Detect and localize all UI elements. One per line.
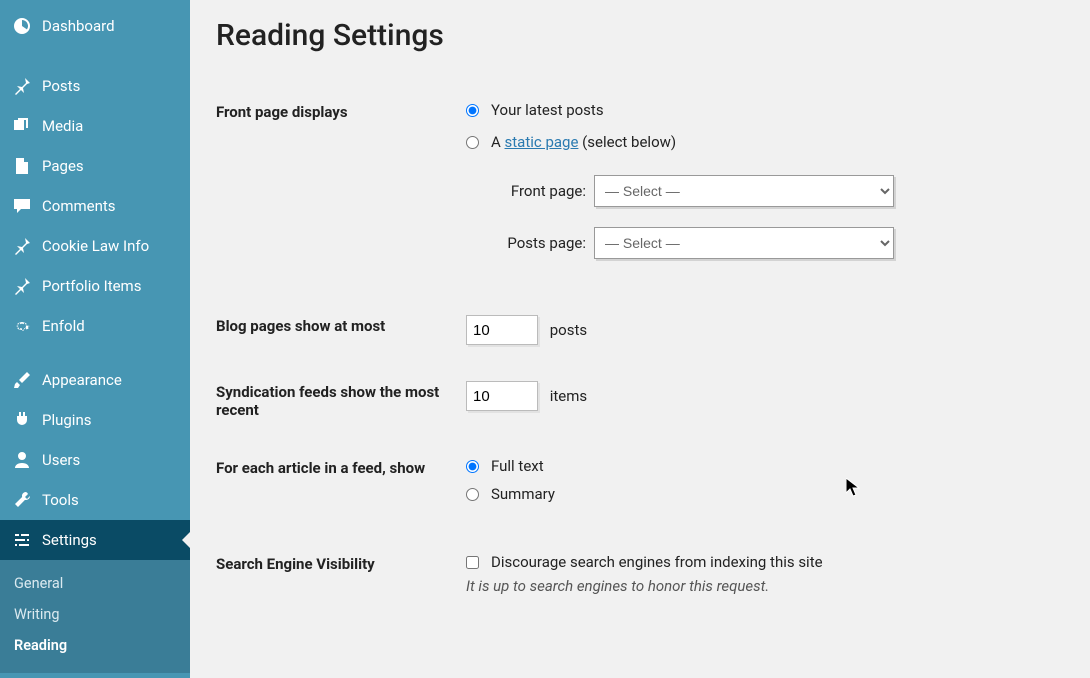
sidebar-item-dashboard[interactable]: Dashboard [0,0,190,52]
row-front-page: Front page displays Your latest posts A … [216,83,1064,297]
user-icon [12,450,32,470]
radio-full-text-label: Full text [491,457,544,475]
comments-icon [12,196,32,216]
sidebar-item-users[interactable]: Users [0,440,190,480]
checkbox-discourage-row: Discourage search engines from indexing … [466,553,1054,571]
radio-full-text-row: Full text [466,457,1054,475]
content-area: Reading Settings Front page displays You… [190,0,1090,678]
sidebar-item-label: Settings [42,531,97,549]
radio-full-text[interactable] [466,460,479,473]
sidebar-item-tools[interactable]: Tools [0,480,190,520]
radio-latest-posts-label: Your latest posts [491,101,604,119]
sidebar-item-label: Dashboard [42,17,115,35]
row-label-search-engine: Search Engine Visibility [216,535,466,613]
syndication-count-input[interactable] [466,381,538,411]
sidebar-item-appearance[interactable]: Appearance [0,360,190,400]
checkbox-discourage-label: Discourage search engines from indexing … [491,553,823,571]
radio-summary-label: Summary [491,485,555,503]
submenu-item-writing[interactable]: Writing [0,599,190,630]
sidebar-item-label: Tools [42,491,79,509]
dashboard-icon [12,16,32,36]
gear-icon [12,316,32,336]
row-blog-pages: Blog pages show at most posts [216,297,1064,363]
sidebar-item-label: Appearance [42,371,122,389]
front-page-select-label: Front page: [488,182,586,200]
radio-static-page-label: A static page (select below) [491,133,676,151]
page-title: Reading Settings [216,18,1064,53]
media-icon [12,116,32,136]
static-page-link[interactable]: static page [505,133,579,151]
row-label-front-page: Front page displays [216,83,466,297]
front-page-select-row: Front page: — Select — [488,175,1054,207]
submenu-item-general[interactable]: General [0,568,190,599]
search-engine-hint: It is up to search engines to honor this… [466,577,1054,595]
row-syndication: Syndication feeds show the most recent i… [216,363,1064,439]
sidebar-item-settings[interactable]: Settings [0,520,190,560]
radio-latest-posts-row: Your latest posts [466,101,1054,119]
sidebar-item-label: Portfolio Items [42,277,141,295]
sidebar-item-enfold[interactable]: Enfold [0,306,190,346]
admin-sidebar: Dashboard Posts Media Pages Comments Coo… [0,0,190,678]
posts-page-select-label: Posts page: [488,234,586,252]
plug-icon [12,410,32,430]
sidebar-item-media[interactable]: Media [0,106,190,146]
pin-icon [12,76,32,96]
radio-summary-row: Summary [466,485,1054,503]
posts-page-select-row: Posts page: — Select — [488,227,1054,259]
sidebar-item-label: Cookie Law Info [42,237,149,255]
pin-icon [12,236,32,256]
row-label-syndication: Syndication feeds show the most recent [216,363,466,439]
sidebar-item-plugins[interactable]: Plugins [0,400,190,440]
submenu-item-reading[interactable]: Reading [0,630,190,661]
row-article-feed: For each article in a feed, show Full te… [216,439,1064,535]
settings-submenu: General Writing Reading [0,560,190,673]
radio-summary[interactable] [466,488,479,501]
sidebar-item-label: Pages [42,157,84,175]
blog-pages-unit: posts [550,321,587,339]
radio-static-page[interactable] [466,136,479,149]
radio-latest-posts[interactable] [466,104,479,117]
sidebar-item-portfolio[interactable]: Portfolio Items [0,266,190,306]
row-label-article-feed: For each article in a feed, show [216,439,466,535]
sidebar-item-label: Plugins [42,411,91,429]
checkbox-discourage[interactable] [466,556,479,569]
sidebar-item-posts[interactable]: Posts [0,66,190,106]
sidebar-item-label: Comments [42,197,116,215]
settings-form-table: Front page displays Your latest posts A … [216,83,1064,613]
syndication-unit: items [550,387,587,405]
sidebar-item-pages[interactable]: Pages [0,146,190,186]
sliders-icon [12,530,32,550]
wrench-icon [12,490,32,510]
blog-pages-count-input[interactable] [466,315,538,345]
sidebar-item-label: Posts [42,77,80,95]
sidebar-item-label: Enfold [42,317,85,335]
sidebar-item-label: Media [42,117,83,135]
brush-icon [12,370,32,390]
sidebar-item-label: Users [42,451,80,469]
radio-static-page-row: A static page (select below) [466,133,1054,151]
sidebar-item-cookie-law-info[interactable]: Cookie Law Info [0,226,190,266]
front-page-select[interactable]: — Select — [594,175,894,207]
row-search-engine: Search Engine Visibility Discourage sear… [216,535,1064,613]
sidebar-item-comments[interactable]: Comments [0,186,190,226]
row-label-blog-pages: Blog pages show at most [216,297,466,363]
pin-icon [12,276,32,296]
posts-page-select[interactable]: — Select — [594,227,894,259]
pages-icon [12,156,32,176]
